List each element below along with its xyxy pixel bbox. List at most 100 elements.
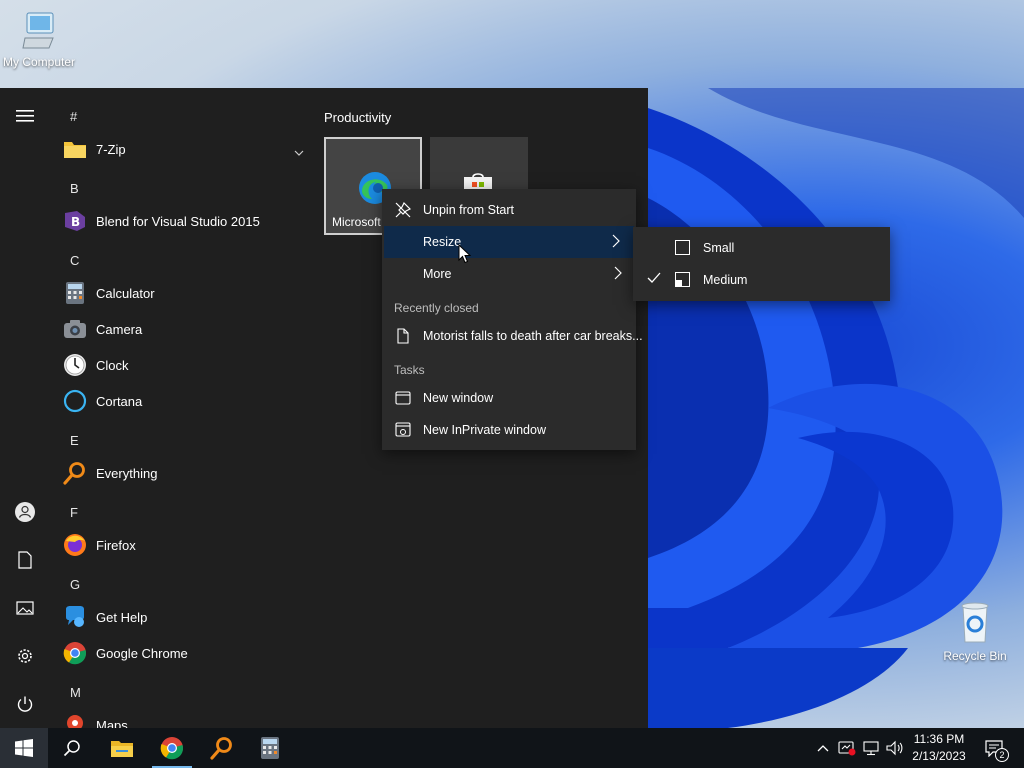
app-item-label: Calculator [96,285,155,301]
tray-overflow-button[interactable] [814,728,832,768]
app-item-google-chrome[interactable]: Google Chrome [62,637,310,669]
app-item-label: Google Chrome [96,645,188,661]
taskbar: 11:36 PM 2/13/2023 2 [0,728,1024,768]
taskbar-search-button[interactable] [48,728,96,768]
section-header-m[interactable]: M [70,685,81,700]
camera-icon [62,316,88,342]
menu-item-label: Unpin from Start [423,203,515,217]
start-rail [0,88,50,728]
section-header-f[interactable]: F [70,505,78,520]
medium-size-icon [675,272,690,287]
section-header-b[interactable]: B [70,181,79,196]
section-header-e[interactable]: E [70,433,79,448]
taskbar-calculator[interactable] [246,728,294,768]
resize-submenu: Small Medium [633,227,890,301]
app-item-cortana[interactable]: Cortana [62,385,310,417]
app-item-label: Clock [96,357,129,373]
app-item-get-help[interactable]: Get Help [62,601,310,633]
menu-item-resize[interactable]: Resize [384,226,634,258]
small-size-icon [675,240,690,255]
everything-icon [210,737,232,760]
app-item-camera[interactable]: Camera [62,313,310,345]
action-center-button[interactable]: 2 [978,728,1012,768]
app-item-clock[interactable]: Clock [62,349,310,381]
section-header-hash[interactable]: # [70,109,77,124]
recycle-bin-icon [961,602,989,643]
section-label-tasks: Tasks [394,363,425,377]
app-item-label: 7-Zip [96,141,126,157]
section-label-recently-closed: Recently closed [394,301,479,315]
menu-item-label: More [423,267,452,281]
clock-icon [62,352,88,378]
folder-icon [62,136,88,162]
chevron-up-icon [817,745,829,752]
app-item-firefox[interactable]: Firefox [62,529,310,561]
menu-item-unpin[interactable]: Unpin from Start [382,194,636,226]
menu-item-label: Resize [423,235,462,249]
clock-date: 2/13/2023 [912,749,966,763]
menu-item-more[interactable]: More [382,258,636,290]
user-icon[interactable] [13,500,37,524]
calculator-icon [261,737,279,759]
menu-item-label: New InPrivate window [423,423,546,437]
hamburger-icon[interactable] [13,104,37,128]
desktop-icon-label: My Computer [2,55,76,69]
menu-item-label: Motorist falls to death after car breaks… [423,329,643,343]
maps-icon [62,712,88,728]
cortana-icon [62,388,88,414]
inprivate-icon [394,421,412,439]
chevron-down-icon[interactable] [294,144,304,159]
blend-icon: B [62,208,88,234]
app-item-everything[interactable]: Everything [62,457,310,489]
notification-count-badge: 2 [995,748,1009,762]
page-icon [394,327,412,345]
chevron-right-icon [614,266,622,283]
chrome-icon [62,640,88,666]
security-alert-icon [838,741,856,756]
menu-item-label: New window [423,391,494,405]
window-icon [394,389,412,407]
documents-icon[interactable] [13,548,37,572]
get-help-icon [62,604,88,630]
tile-context-menu: Unpin from Start Resize More Recently cl… [382,189,643,450]
pictures-icon[interactable] [13,596,37,620]
app-list: # 7-Zip B B Blend for Visual Studio 2015… [50,88,310,728]
app-item-label: Camera [96,321,143,337]
section-header-g[interactable]: G [70,577,80,592]
menu-item-new-window[interactable]: New window [382,382,636,414]
app-item-calculator[interactable]: Calculator [62,277,310,309]
svg-text:B: B [71,215,80,229]
unpin-icon [394,201,412,219]
menu-item-small[interactable]: Small [633,232,890,264]
menu-item-recent-page[interactable]: Motorist falls to death after car breaks… [382,320,643,352]
section-header-c[interactable]: C [70,253,79,268]
taskbar-chrome[interactable] [148,728,196,768]
settings-icon[interactable] [13,644,37,668]
menu-item-medium[interactable]: Medium [633,264,890,296]
chrome-icon [160,737,184,760]
taskbar-file-explorer[interactable] [98,728,146,768]
app-item-label: Everything [96,465,158,481]
app-item-maps[interactable]: Maps [62,709,310,728]
app-item-label: Firefox [96,537,136,553]
desktop-icon-recycle-bin[interactable]: Recycle Bin [940,600,1010,663]
tray-volume[interactable] [884,728,906,768]
tray-security[interactable] [836,728,858,768]
tray-network[interactable] [860,728,882,768]
app-item-blend[interactable]: B Blend for Visual Studio 2015 [62,205,310,237]
menu-item-new-inprivate-window[interactable]: New InPrivate window [382,414,636,446]
volume-icon [886,740,903,756]
app-item-label: Maps [96,717,128,729]
start-button[interactable] [0,728,48,768]
menu-item-label: Small [703,241,735,255]
mouse-cursor-icon [458,243,472,267]
taskbar-clock[interactable]: 11:36 PM 2/13/2023 [906,731,972,765]
app-item-label: Cortana [96,393,143,409]
power-icon[interactable] [13,692,37,716]
menu-item-label: Medium [703,273,748,287]
app-item-label: Get Help [96,609,148,625]
app-item-7zip[interactable]: 7-Zip [62,133,310,165]
tile-group-title[interactable]: Productivity [324,110,391,125]
taskbar-everything[interactable] [198,728,246,768]
desktop-icon-my-computer[interactable]: My Computer [0,10,78,69]
